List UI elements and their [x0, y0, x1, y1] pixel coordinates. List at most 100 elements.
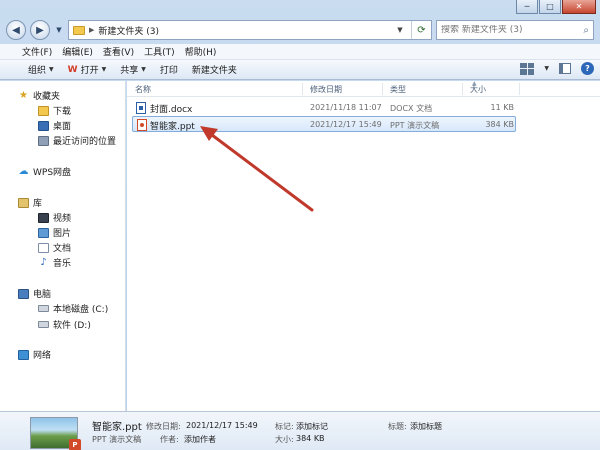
- star-icon: ★: [19, 90, 28, 101]
- file-row-selected[interactable]: 智能家.ppt 2021/12/17 15:49 PPT 演示文稿 384 KB: [132, 116, 516, 132]
- file-thumbnail: P: [30, 417, 81, 450]
- details-tags-label: 标记:: [275, 422, 294, 431]
- address-dropdown-icon[interactable]: ▼: [393, 21, 407, 39]
- command-bar: 组织 ▼ W 打开 ▼ 共享 ▼ 打印 新建文件夹 ▼ ?: [0, 60, 600, 80]
- view-options-icon[interactable]: [520, 62, 535, 75]
- refresh-icon[interactable]: ⟳: [411, 21, 431, 39]
- forward-button[interactable]: ▶: [30, 20, 50, 40]
- nav-favorites[interactable]: ★ 收藏夹: [18, 89, 60, 102]
- downloads-icon: [38, 105, 49, 116]
- nav-network[interactable]: 网络: [18, 348, 51, 361]
- drive-icon: [38, 321, 49, 328]
- details-author-label: 作者:: [160, 435, 179, 444]
- nav-item-pictures[interactable]: 图片: [38, 226, 71, 239]
- file-modified: 2021/12/17 15:49: [310, 120, 382, 129]
- details-size-value: 384 KB: [296, 434, 325, 443]
- nav-item-label: 本地磁盘 (C:): [53, 305, 109, 315]
- library-icon: [18, 197, 29, 208]
- picture-icon: [38, 227, 49, 238]
- cloud-icon: ☁: [18, 166, 29, 177]
- nav-item-label: 视频: [53, 214, 72, 224]
- column-header-name[interactable]: 名称: [135, 84, 151, 95]
- breadcrumb-arrow-icon[interactable]: ▶: [89, 26, 94, 34]
- column-header-modified[interactable]: 修改日期: [310, 84, 342, 95]
- address-bar[interactable]: ▶ 新建文件夹 (3) ▼ ⟳: [68, 20, 432, 40]
- help-icon[interactable]: ?: [581, 62, 594, 75]
- nav-item-desktop[interactable]: 桌面: [38, 119, 71, 132]
- video-icon: [38, 212, 49, 223]
- details-tags-value[interactable]: 添加标记: [296, 421, 328, 432]
- nav-wps-cloud[interactable]: ☁ WPS网盘: [18, 165, 72, 178]
- view-dropdown-icon[interactable]: ▼: [544, 65, 549, 72]
- share-button[interactable]: 共享 ▼: [120, 63, 146, 76]
- file-row[interactable]: 封面.docx 2021/11/18 11:07 DOCX 文档 11 KB: [132, 100, 516, 116]
- open-label: 打开: [80, 66, 99, 76]
- details-author-value[interactable]: 添加作者: [184, 434, 216, 445]
- menu-help[interactable]: 帮助(H): [185, 45, 217, 58]
- menu-file[interactable]: 文件(F): [22, 45, 52, 58]
- organize-button[interactable]: 组织 ▼: [28, 63, 54, 76]
- computer-icon: [18, 288, 29, 299]
- ppt-badge-icon: P: [69, 439, 81, 450]
- back-button[interactable]: ◀: [6, 20, 26, 40]
- nav-computer[interactable]: 电脑: [18, 287, 51, 300]
- search-box[interactable]: ⌕: [436, 20, 594, 40]
- nav-item-videos[interactable]: 视频: [38, 211, 71, 224]
- chevron-down-icon: ▼: [49, 66, 54, 73]
- file-type: PPT 演示文稿: [390, 121, 440, 130]
- minimize-button[interactable]: ─: [516, 0, 538, 14]
- maximize-button[interactable]: □: [539, 0, 561, 14]
- nav-item-music[interactable]: ♪ 音乐: [38, 256, 71, 269]
- organize-label: 组织: [28, 66, 47, 76]
- nav-item-documents[interactable]: 文档: [38, 241, 71, 254]
- address-row: ◀ ▶ ▼ ▶ 新建文件夹 (3) ▼ ⟳ ⌕: [6, 18, 594, 42]
- file-name: 封面.docx: [150, 105, 193, 115]
- caption-buttons: ─ □ ✕: [516, 0, 596, 14]
- menu-edit[interactable]: 编辑(E): [62, 45, 93, 58]
- column-divider[interactable]: [382, 83, 383, 95]
- recent-pages-dropdown[interactable]: ▼: [54, 26, 64, 34]
- file-list: ▲ 名称 修改日期 类型 大小 封面.docx 2021/11/18 11:07…: [127, 80, 600, 411]
- nav-item-label: 桌面: [53, 122, 72, 132]
- nav-item-drive-c[interactable]: 本地磁盘 (C:): [38, 302, 108, 315]
- nav-item-recent[interactable]: 最近访问的位置: [38, 134, 116, 147]
- ppt-icon: [137, 119, 147, 131]
- menu-bar: 文件(F) 编辑(E) 查看(V) 工具(T) 帮助(H): [0, 44, 600, 60]
- docx-icon: [136, 102, 146, 114]
- column-divider[interactable]: [462, 83, 463, 95]
- chevron-down-icon: ▼: [141, 66, 146, 73]
- details-title-value[interactable]: 添加标题: [410, 421, 442, 432]
- file-type: DOCX 文档: [390, 104, 433, 113]
- column-divider[interactable]: [302, 83, 303, 95]
- details-file-type: PPT 演示文稿: [92, 435, 142, 444]
- nav-wps-label: WPS网盘: [33, 168, 72, 178]
- open-button[interactable]: W 打开 ▼: [67, 63, 107, 77]
- search-icon[interactable]: ⌕: [583, 25, 589, 36]
- menu-view[interactable]: 查看(V): [103, 45, 134, 58]
- column-divider[interactable]: [519, 83, 520, 95]
- print-button[interactable]: 打印: [160, 63, 178, 76]
- details-title-label: 标题:: [388, 422, 407, 431]
- nav-item-drive-d[interactable]: 软件 (D:): [38, 318, 91, 331]
- column-header-size[interactable]: 大小: [470, 84, 486, 95]
- close-button[interactable]: ✕: [562, 0, 596, 14]
- folder-icon: [73, 25, 85, 35]
- column-headers: ▲ 名称 修改日期 类型 大小: [127, 80, 600, 97]
- search-input[interactable]: [441, 25, 584, 35]
- desktop-icon: [38, 120, 49, 131]
- drive-icon: [38, 305, 49, 312]
- details-pane: P 智能家.ppt PPT 演示文稿 修改日期: 2021/12/17 15:4…: [0, 411, 600, 450]
- preview-pane-icon[interactable]: [559, 63, 571, 74]
- navigation-pane: ★ 收藏夹 下载 桌面 最近访问的位置 ☁ WPS网盘 库 视频 图片 文档 ♪…: [0, 81, 126, 411]
- nav-item-downloads[interactable]: 下载: [38, 104, 71, 117]
- menu-tools[interactable]: 工具(T): [144, 45, 175, 58]
- file-size: 384 KB: [485, 120, 514, 129]
- music-icon: ♪: [40, 257, 47, 268]
- address-path[interactable]: 新建文件夹 (3): [98, 24, 159, 37]
- nav-item-label: 文档: [53, 244, 72, 254]
- new-folder-button[interactable]: 新建文件夹: [192, 63, 237, 76]
- column-header-type[interactable]: 类型: [390, 84, 406, 95]
- wps-icon: W: [67, 64, 78, 75]
- nav-libraries[interactable]: 库: [18, 196, 42, 209]
- nav-item-label: 音乐: [53, 259, 72, 269]
